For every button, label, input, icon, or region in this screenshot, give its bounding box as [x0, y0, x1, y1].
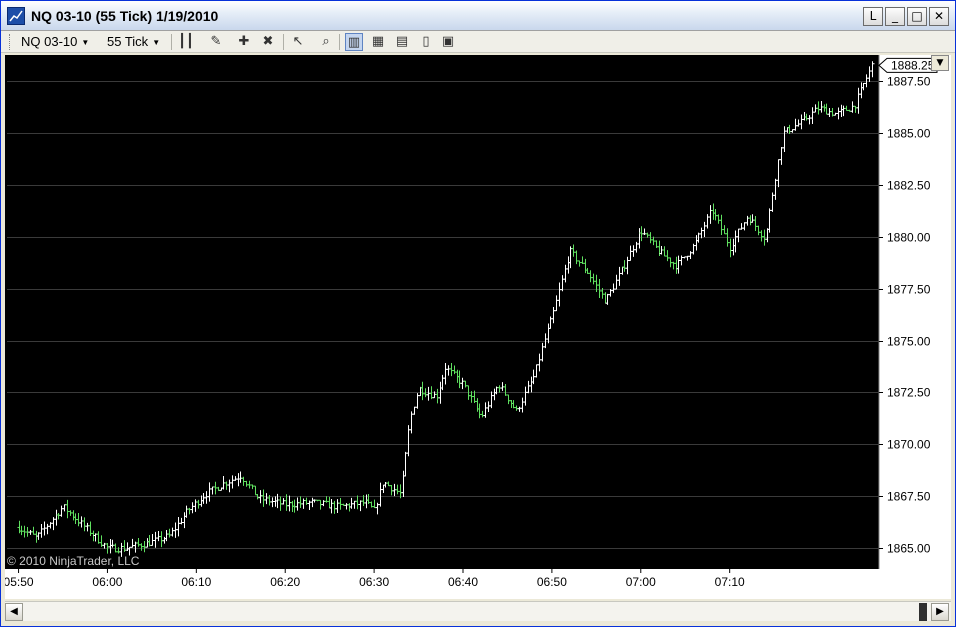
chart-style-icon[interactable]: ▥: [345, 33, 363, 51]
toolbar-separator: [339, 34, 340, 50]
panel-menu-button[interactable]: ▼: [931, 55, 949, 71]
scroll-right-button[interactable]: ▶: [931, 603, 949, 621]
x-tick-label: 06:20: [270, 575, 300, 589]
x-tick-label: 06:00: [92, 575, 122, 589]
interval-label: 55 Tick: [107, 34, 149, 49]
x-tick-label: 07:10: [715, 575, 745, 589]
interval-dropdown[interactable]: 55 Tick ▼: [107, 34, 160, 49]
maximize-button[interactable]: □: [907, 7, 927, 26]
y-tick-label: 1887.50: [887, 75, 931, 89]
add-marker-icon[interactable]: ✚: [235, 33, 253, 51]
x-tick-label: 06:30: [359, 575, 389, 589]
y-tick-label: 1877.50: [887, 283, 931, 297]
chart-window: NQ 03-10 (55 Tick) 1/19/2010 L _ □ ✕ NQ …: [0, 0, 956, 627]
instrument-label: NQ 03-10: [21, 34, 78, 49]
scroll-thumb[interactable]: [919, 603, 927, 621]
window-title: NQ 03-10 (55 Tick) 1/19/2010: [31, 8, 219, 24]
zoom-icon[interactable]: ⌕: [317, 33, 335, 51]
y-tick-label: 1867.50: [887, 490, 931, 504]
chart-app-icon: [7, 7, 25, 25]
chevron-down-icon: ▼: [152, 38, 161, 48]
price-chart[interactable]: 1865.00 1867.50 1870.00 1872.50 1875.00 1877.…: [4, 55, 951, 599]
instrument-dropdown[interactable]: NQ 03-10 ▼: [21, 34, 89, 49]
copyright-label: © 2010 NinjaTrader, LLC: [7, 554, 140, 568]
y-tick-label: 1880.00: [887, 231, 931, 245]
x-tick-label: 05:50: [5, 575, 34, 589]
drawing-pencil-icon[interactable]: ✎: [207, 33, 225, 51]
minimize-button[interactable]: _: [885, 7, 905, 26]
cursor-mode-icon[interactable]: ↖: [289, 33, 307, 51]
last-price-label: 1888.25: [891, 58, 935, 72]
x-tick-label: 06:50: [537, 575, 567, 589]
remove-marker-icon[interactable]: ✖: [259, 33, 277, 51]
link-button[interactable]: L: [863, 7, 883, 26]
x-tick-label: 07:00: [626, 575, 656, 589]
y-tick-label: 1875.00: [887, 335, 931, 349]
toolbar-separator: [171, 34, 172, 50]
title-bar[interactable]: NQ 03-10 (55 Tick) 1/19/2010 L _ □ ✕: [1, 1, 955, 31]
toolbar-separator: [283, 34, 284, 50]
y-tick-label: 1882.50: [887, 179, 931, 193]
toolbar-grip[interactable]: [9, 34, 12, 50]
properties-icon[interactable]: ▣: [439, 33, 457, 51]
indicator-icon[interactable]: ▦: [369, 33, 387, 51]
horizontal-scrollbar[interactable]: ◀ ▶: [5, 601, 951, 621]
data-box-icon[interactable]: ▯: [417, 33, 435, 51]
chart-panel[interactable]: 1865.00 1867.50 1870.00 1872.50 1875.00 1877.…: [4, 55, 951, 599]
bar-type-icon[interactable]: ┃┃: [177, 33, 195, 51]
chart-toolbar: NQ 03-10 ▼ 55 Tick ▼ ┃┃ ✎ ✚ ✖ ↖ ⌕ ▥ ▦ ▤ ▯ …: [1, 31, 955, 53]
close-button[interactable]: ✕: [929, 7, 949, 26]
y-tick-label: 1870.00: [887, 438, 931, 452]
y-tick-label: 1872.50: [887, 386, 931, 400]
x-tick-label: 06:10: [181, 575, 211, 589]
scroll-left-button[interactable]: ◀: [5, 603, 23, 621]
strategy-icon[interactable]: ▤: [393, 33, 411, 51]
y-tick-label: 1885.00: [887, 127, 931, 141]
chevron-down-icon: ▼: [81, 38, 90, 48]
x-tick-label: 06:40: [448, 575, 478, 589]
y-tick-label: 1865.00: [887, 542, 931, 556]
